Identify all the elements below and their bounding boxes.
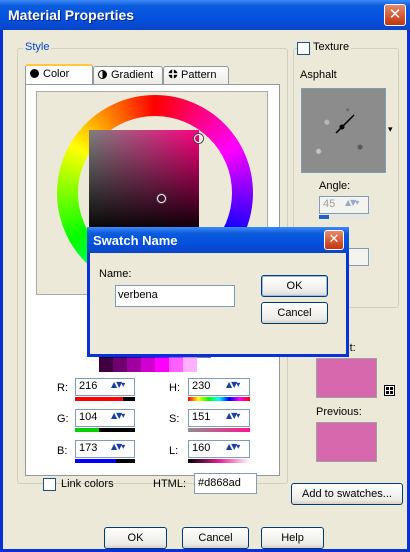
close-icon: ✕ (388, 5, 402, 23)
texture-preview[interactable] (301, 88, 386, 173)
angle-value: 45 (323, 198, 336, 210)
texture-checkbox[interactable] (297, 42, 310, 55)
g-spinner[interactable]: 104 ▲▼▾ (75, 409, 135, 427)
h-value: 230 (192, 380, 211, 392)
swap-grid-icon[interactable] (384, 385, 395, 396)
ok-button[interactable]: OK (104, 527, 167, 549)
window-title: Material Properties (8, 7, 135, 23)
b-label: B: (57, 445, 68, 457)
texture-dropdown-icon[interactable]: ▾ (388, 125, 393, 135)
r-slider[interactable] (75, 397, 135, 401)
swatch-cell[interactable] (99, 358, 113, 372)
s-slider[interactable] (188, 428, 250, 432)
spin-arrows-icon[interactable]: ▲▼▾ (226, 442, 248, 456)
spin-arrows-icon[interactable]: ▲▼▾ (226, 411, 248, 425)
spin-arrows-icon[interactable]: ▲▼▾ (345, 198, 367, 212)
swatch-cell[interactable] (183, 358, 197, 372)
tab-color[interactable]: Color (25, 64, 93, 84)
help-button[interactable]: Help (261, 527, 324, 549)
dialog-ok-button[interactable]: OK (261, 275, 328, 297)
close-icon: ✕ (328, 232, 340, 247)
h-spinner[interactable]: 230 ▲▼▾ (188, 378, 250, 396)
sl-selector[interactable] (157, 194, 166, 203)
swatch-name-dialog: Swatch Name ✕ Name: verbena OK Cancel (87, 227, 349, 357)
r-spinner[interactable]: 216 ▲▼▾ (75, 378, 135, 396)
spin-arrows-icon[interactable]: ▲▼▾ (226, 380, 248, 394)
r-label: R: (57, 382, 68, 394)
pattern-icon (168, 69, 178, 79)
tab-pattern[interactable]: Pattern (163, 66, 229, 84)
dialog-close-button[interactable]: ✕ (324, 230, 344, 250)
spin-arrows-icon[interactable]: ▲▼▾ (111, 442, 133, 456)
b-value: 173 (79, 442, 98, 454)
texture-label: Texture (311, 41, 352, 53)
tab-gradient-label: Gradient (111, 69, 154, 81)
previous-label: Previous: (316, 406, 362, 418)
l-spinner[interactable]: 160 ▲▼▾ (188, 440, 250, 458)
swatch-cell[interactable] (155, 358, 169, 372)
angle-slider[interactable] (319, 215, 369, 219)
close-button[interactable]: ✕ (384, 4, 406, 26)
tab-gradient[interactable]: Gradient (93, 66, 163, 84)
saturation-lightness-box[interactable] (89, 130, 199, 234)
s-spinner[interactable]: 151 ▲▼▾ (188, 409, 250, 427)
swatch-cell[interactable] (113, 358, 127, 372)
g-value: 104 (79, 411, 98, 423)
swatch-cell[interactable] (127, 358, 141, 372)
angle-spinner[interactable]: 45 ▲▼▾ (319, 196, 369, 214)
b-spinner[interactable]: 173 ▲▼▾ (75, 440, 135, 458)
s-label: S: (169, 413, 180, 425)
swatch-cell[interactable] (197, 358, 211, 372)
previous-color-swatch[interactable] (316, 422, 377, 462)
swatch-cell[interactable] (169, 358, 183, 372)
b-slider[interactable] (75, 459, 135, 463)
spin-arrows-icon[interactable]: ▲▼▾ (111, 380, 133, 394)
s-value: 151 (192, 411, 211, 423)
title-bar[interactable]: Material Properties ✕ (0, 0, 410, 30)
swatch-cell[interactable] (141, 358, 155, 372)
l-label: L: (169, 445, 179, 457)
dialog-cancel-button[interactable]: Cancel (261, 302, 328, 324)
l-slider[interactable] (188, 459, 250, 463)
dialog-title-bar[interactable]: Swatch Name ✕ (87, 227, 349, 253)
cancel-button[interactable]: Cancel (182, 527, 249, 549)
r-value: 216 (79, 380, 98, 392)
h-label: H: (169, 382, 180, 394)
half-circle-icon (98, 70, 107, 79)
hue-selector[interactable] (194, 134, 203, 143)
link-colors-label: Link colors (61, 478, 114, 490)
h-slider[interactable] (188, 397, 250, 401)
dialog-client: Name: verbena OK Cancel (90, 253, 346, 354)
html-value: #d868ad (198, 477, 241, 489)
name-input[interactable]: verbena (115, 285, 235, 307)
filled-circle-icon (30, 69, 39, 78)
html-input[interactable]: #d868ad (194, 473, 257, 494)
angle-label: Angle: (319, 180, 351, 192)
name-label: Name: (99, 268, 132, 280)
g-label: G: (57, 413, 69, 425)
add-to-swatches-button[interactable]: Add to swatches... (291, 483, 403, 505)
link-colors-checkbox[interactable] (43, 478, 56, 491)
current-color-swatch (316, 358, 377, 398)
texture-name: Asphalt (300, 69, 337, 81)
html-label: HTML: (153, 478, 186, 490)
spin-arrows-icon[interactable]: ▲▼▾ (111, 411, 133, 425)
tab-pattern-label: Pattern (181, 69, 217, 81)
name-input-value: verbena (118, 289, 158, 301)
texture-crosshair-icon (335, 114, 355, 134)
style-group-label: Style (23, 41, 52, 53)
tab-color-label: Color (43, 68, 70, 80)
l-value: 160 (192, 442, 211, 454)
g-slider[interactable] (75, 428, 135, 432)
dialog-title: Swatch Name (93, 233, 178, 248)
